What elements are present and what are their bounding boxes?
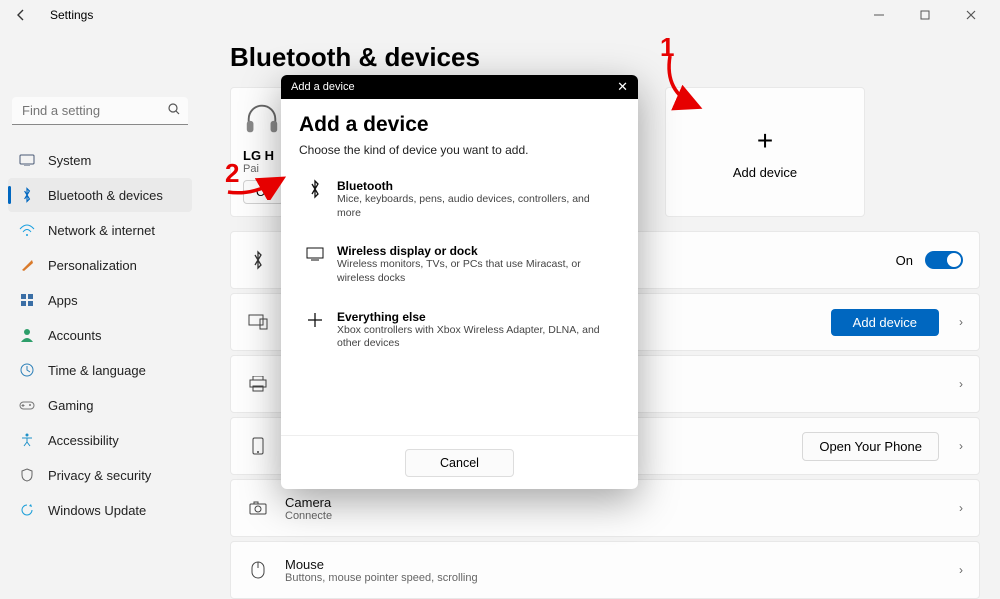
modal-option-everything-else[interactable]: Everything elseXbox controllers with Xbo…: [299, 298, 620, 363]
option-sub: Wireless monitors, TVs, or PCs that use …: [337, 258, 614, 285]
open-phone-button[interactable]: Open Your Phone: [802, 432, 939, 461]
chevron-right-icon: ›: [959, 439, 963, 453]
toggle-label: On: [896, 253, 913, 268]
mouse-icon: [247, 559, 269, 581]
maximize-button[interactable]: [902, 0, 948, 30]
sidebar: System Bluetooth & devices Network & inter…: [0, 30, 200, 540]
accounts-icon: [18, 326, 36, 344]
sidebar-item-gaming[interactable]: Gaming: [8, 388, 192, 422]
sidebar-item-label: System: [48, 153, 91, 168]
option-title: Bluetooth: [337, 179, 614, 193]
titlebar: Settings: [0, 0, 1000, 30]
device-name: LG H: [243, 148, 274, 163]
add-device-modal: Add a device ✕ Add a device Choose the k…: [281, 75, 638, 489]
sidebar-item-privacy-security[interactable]: Privacy & security: [8, 458, 192, 492]
add-device-button[interactable]: Add device: [831, 309, 939, 336]
devices-icon: [247, 311, 269, 333]
chevron-right-icon: ›: [959, 501, 963, 515]
sidebar-item-system[interactable]: System: [8, 143, 192, 177]
chevron-right-icon: ›: [959, 563, 963, 577]
modal-subtitle: Choose the kind of device you want to ad…: [299, 143, 620, 157]
option-title: Wireless display or dock: [337, 244, 614, 258]
cancel-button[interactable]: Cancel: [405, 449, 514, 477]
sidebar-item-label: Bluetooth & devices: [48, 188, 163, 203]
sidebar-nav: System Bluetooth & devices Network & inter…: [6, 143, 194, 527]
row-sub: Connecte: [285, 510, 332, 522]
option-sub: Mice, keyboards, pens, audio devices, co…: [337, 193, 614, 220]
sidebar-item-label: Accessibility: [48, 433, 119, 448]
window-title: Settings: [50, 8, 93, 22]
bluetooth-icon: [18, 186, 36, 204]
search-icon: [168, 103, 180, 118]
system-icon: [18, 151, 36, 169]
sidebar-item-accessibility[interactable]: Accessibility: [8, 423, 192, 457]
personalization-icon: [18, 256, 36, 274]
modal-option-wireless-display[interactable]: Wireless display or dockWireless monitor…: [299, 232, 620, 297]
sidebar-item-apps[interactable]: Apps: [8, 283, 192, 317]
accessibility-icon: [18, 431, 36, 449]
gaming-icon: [18, 396, 36, 414]
close-button[interactable]: [948, 0, 994, 30]
sidebar-item-network-internet[interactable]: Network & internet: [8, 213, 192, 247]
printer-icon: [247, 373, 269, 395]
search-wrap: [12, 97, 188, 125]
modal-header: Add a device ✕: [281, 75, 638, 99]
sidebar-item-label: Time & language: [48, 363, 146, 378]
sidebar-item-label: Apps: [48, 293, 78, 308]
sidebar-item-windows-update[interactable]: Windows Update: [8, 493, 192, 527]
plus-icon: +: [757, 125, 773, 157]
minimize-button[interactable]: [856, 0, 902, 30]
sidebar-item-label: Personalization: [48, 258, 137, 273]
back-button[interactable]: [6, 0, 36, 30]
bluetooth-icon: [247, 249, 269, 271]
modal-option-bluetooth[interactable]: BluetoothMice, keyboards, pens, audio de…: [299, 167, 620, 232]
row-title: Mouse: [285, 557, 478, 572]
add-device-label: Add device: [733, 165, 797, 180]
chevron-right-icon: ›: [959, 315, 963, 329]
sidebar-item-accounts[interactable]: Accounts: [8, 318, 192, 352]
chevron-right-icon: ›: [959, 377, 963, 391]
connect-button[interactable]: Co: [243, 180, 284, 204]
annotation-step-1: 1: [660, 32, 674, 63]
row-title: Camera: [285, 495, 332, 510]
option-title: Everything else: [337, 310, 614, 324]
headphones-icon: [243, 100, 281, 138]
add-device-card[interactable]: + Add device: [665, 87, 865, 217]
arrow-left-icon: [14, 8, 28, 22]
bluetooth-toggle[interactable]: [925, 251, 963, 269]
modal-title: Add a device: [299, 113, 620, 137]
apps-icon: [18, 291, 36, 309]
privacy-icon: [18, 466, 36, 484]
camera-icon: [247, 497, 269, 519]
sidebar-item-personalization[interactable]: Personalization: [8, 248, 192, 282]
sidebar-item-label: Privacy & security: [48, 468, 151, 483]
search-input[interactable]: [12, 97, 188, 125]
time-language-icon: [18, 361, 36, 379]
phone-icon: [247, 435, 269, 457]
sidebar-item-label: Accounts: [48, 328, 101, 343]
modal-header-title: Add a device: [291, 81, 355, 93]
update-icon: [18, 501, 36, 519]
sidebar-item-time-language[interactable]: Time & language: [8, 353, 192, 387]
row-mouse[interactable]: MouseButtons, mouse pointer speed, scrol…: [230, 541, 980, 599]
modal-footer: Cancel: [281, 435, 638, 489]
option-sub: Xbox controllers with Xbox Wireless Adap…: [337, 324, 614, 351]
bluetooth-icon: [305, 179, 325, 199]
window-controls: [856, 0, 994, 30]
plus-icon: [305, 310, 325, 330]
page-title: Bluetooth & devices: [230, 42, 980, 73]
sidebar-item-label: Network & internet: [48, 223, 155, 238]
network-icon: [18, 221, 36, 239]
sidebar-item-label: Gaming: [48, 398, 94, 413]
sidebar-item-label: Windows Update: [48, 503, 146, 518]
display-icon: [305, 244, 325, 264]
sidebar-item-bluetooth-devices[interactable]: Bluetooth & devices: [8, 178, 192, 212]
annotation-step-2: 2: [225, 158, 239, 189]
device-status: Pai: [243, 163, 259, 175]
row-sub: Buttons, mouse pointer speed, scrolling: [285, 572, 478, 584]
modal-close-button[interactable]: ✕: [617, 79, 628, 95]
